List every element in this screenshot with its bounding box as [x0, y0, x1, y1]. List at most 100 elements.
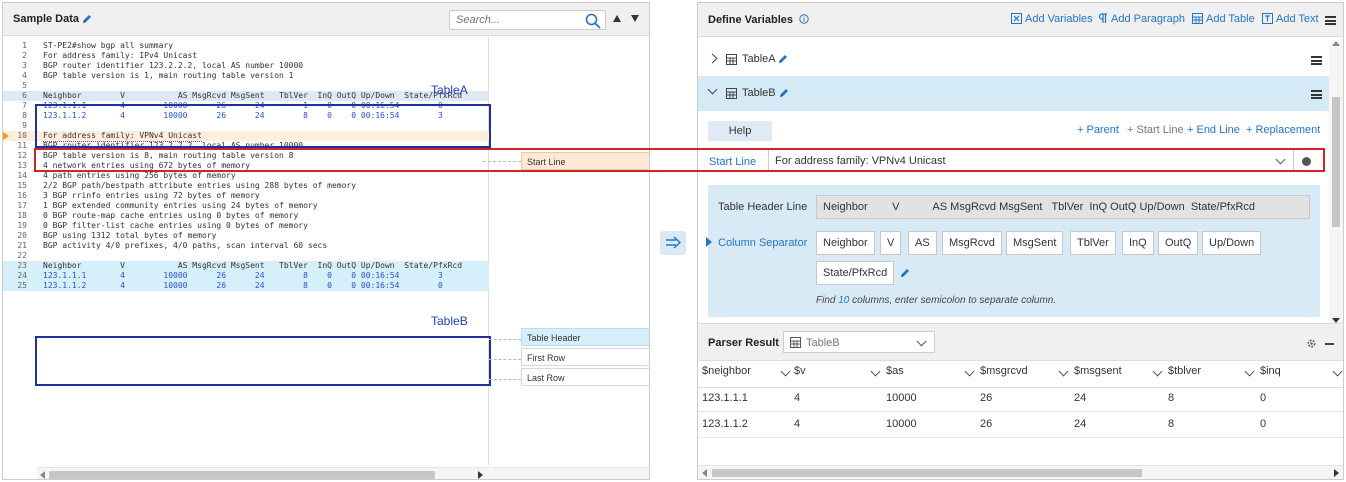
- define-variables-panel: Define Variables Add Variables Add Parag…: [697, 2, 1344, 480]
- result-cell: 26: [980, 418, 993, 430]
- row-menu-icon[interactable]: [1311, 56, 1322, 65]
- scrollbar-thumb[interactable]: [1332, 97, 1340, 227]
- pencil-icon[interactable]: [779, 88, 789, 98]
- scroll-right-icon[interactable]: [1334, 469, 1339, 477]
- search-input[interactable]: [450, 11, 570, 29]
- scroll-right-icon[interactable]: [478, 471, 483, 479]
- add-text-button[interactable]: Add Text: [1262, 13, 1319, 25]
- result-column-header[interactable]: $msgsent: [1074, 365, 1163, 387]
- scroll-up-icon[interactable]: [1332, 41, 1340, 46]
- pencil-icon[interactable]: [82, 14, 92, 24]
- horizontal-scrollbar[interactable]: [698, 465, 1343, 479]
- code-line: 16 3 BGP rrinfo entries using 72 bytes of…: [17, 191, 260, 200]
- chevron-down-icon[interactable]: [1152, 366, 1163, 377]
- result-column-header[interactable]: $v: [794, 365, 881, 387]
- table-icon: [726, 88, 737, 99]
- result-cell: 0: [1260, 392, 1267, 404]
- result-cell: 4: [794, 392, 801, 404]
- column-chip[interactable]: Neighbor: [816, 231, 875, 255]
- pencil-icon[interactable]: [900, 268, 910, 278]
- scroll-left-icon[interactable]: [40, 471, 45, 479]
- search-icon[interactable]: [585, 13, 601, 29]
- column-chip[interactable]: TblVer: [1070, 231, 1116, 255]
- parser-table-select[interactable]: TableB: [783, 331, 935, 353]
- code-line: 22: [17, 251, 27, 260]
- transfer-arrow-button[interactable]: [660, 231, 686, 255]
- start-line-select[interactable]: For address family: VPNv4 Unicast: [768, 149, 1294, 171]
- table-item-tablea[interactable]: TableA: [698, 43, 1329, 77]
- info-icon[interactable]: [799, 14, 809, 24]
- chevron-down-icon[interactable]: [1058, 366, 1069, 377]
- code-line: 13 4 network entries using 672 bytes of m…: [17, 161, 251, 170]
- chevron-down-icon[interactable]: [1332, 366, 1343, 377]
- column-chip[interactable]: Up/Down: [1202, 231, 1262, 255]
- search-prev-icon[interactable]: [613, 15, 621, 22]
- scrollbar-thumb[interactable]: [712, 469, 1142, 477]
- column-chip[interactable]: OutQ: [1158, 231, 1199, 255]
- column-chip[interactable]: V: [880, 231, 902, 255]
- add-parent-link[interactable]: + Parent: [1077, 124, 1119, 136]
- chevron-down-icon[interactable]: [964, 366, 975, 377]
- add-start-line-link[interactable]: + Start Line: [1127, 124, 1184, 136]
- chevron-down-icon[interactable]: [1244, 366, 1255, 377]
- add-end-line-link[interactable]: + End Line: [1187, 124, 1240, 136]
- table-item-tableb[interactable]: TableB: [698, 77, 1329, 111]
- pencil-icon[interactable]: [778, 54, 788, 64]
- caret-right-icon: [706, 237, 712, 247]
- row-menu-icon[interactable]: [1311, 90, 1322, 99]
- menu-icon[interactable]: [1325, 16, 1336, 25]
- result-column-header[interactable]: $msgrcvd: [980, 365, 1069, 387]
- table-icon: [1192, 13, 1203, 24]
- chevron-down-icon[interactable]: [870, 366, 881, 377]
- add-table-button[interactable]: Add Table: [1192, 13, 1255, 25]
- start-line-tag[interactable]: Start Line: [521, 152, 649, 170]
- scroll-left-icon[interactable]: [702, 469, 707, 477]
- search-next-icon[interactable]: [631, 15, 639, 22]
- parser-result-header: Parser Result TableB: [698, 323, 1343, 361]
- result-column-header[interactable]: $as: [886, 365, 975, 387]
- column-chip[interactable]: AS: [908, 231, 937, 255]
- connector-line: [489, 379, 521, 380]
- code-line: 12 BGP table version is 8, main routing t…: [17, 151, 294, 160]
- code-line: 17 1 BGP extended community entries using…: [17, 201, 318, 210]
- chevron-down-icon[interactable]: [1275, 154, 1286, 165]
- result-column-header[interactable]: $tblver: [1168, 365, 1255, 387]
- last-row-tag[interactable]: Last Row: [521, 368, 649, 386]
- result-cell: 26: [980, 392, 993, 404]
- table-header-line-label: Table Header Line: [718, 201, 808, 213]
- add-variables-button[interactable]: Add Variables: [1011, 13, 1093, 25]
- sample-data-header: Sample Data: [3, 3, 649, 36]
- result-column-header[interactable]: $neighbor: [702, 365, 791, 387]
- column-chip[interactable]: MsgRcvd: [942, 231, 1002, 255]
- add-paragraph-button[interactable]: Add Paragraph: [1098, 13, 1185, 25]
- define-variables-title: Define Variables: [708, 14, 809, 26]
- add-replacement-link[interactable]: + Replacement: [1246, 124, 1320, 136]
- result-cell: 24: [1074, 392, 1087, 404]
- scrollbar-thumb[interactable]: [49, 471, 435, 479]
- table-a-label: TableA: [431, 83, 468, 97]
- chevron-down-icon[interactable]: [707, 84, 718, 95]
- remove-start-line-icon[interactable]: [1302, 157, 1311, 166]
- table-definition-box: Table Header Line Neighbor V AS MsgRcvd …: [706, 185, 1320, 317]
- code-line: 14 4 path entries using 256 bytes of memo…: [17, 171, 236, 180]
- table-icon: [790, 337, 801, 348]
- row-divider: [698, 411, 1343, 412]
- vertical-scrollbar[interactable]: [1329, 41, 1343, 323]
- column-chip[interactable]: State/PfxRcd: [816, 261, 895, 285]
- chevron-down-icon[interactable]: [916, 336, 927, 347]
- minimize-icon[interactable]: [1325, 343, 1334, 345]
- gear-icon[interactable]: [1306, 338, 1317, 349]
- column-chip[interactable]: InQ: [1122, 231, 1154, 255]
- first-row-tag[interactable]: First Row: [521, 348, 649, 366]
- result-cell: 10000: [886, 418, 917, 430]
- help-button[interactable]: Help: [708, 121, 772, 141]
- text-icon: [1262, 13, 1273, 24]
- horizontal-scrollbar[interactable]: [37, 467, 649, 479]
- chevron-right-icon[interactable]: [707, 53, 718, 64]
- code-line: 6 Neighbor V AS MsgRcvd MsgSent TblVer In…: [3, 91, 489, 101]
- table-header-tag[interactable]: Table Header: [521, 328, 649, 346]
- column-chip[interactable]: MsgSent: [1006, 231, 1064, 255]
- header-divider: [698, 387, 1343, 388]
- result-column-header[interactable]: $inq: [1260, 365, 1343, 387]
- chevron-down-icon[interactable]: [780, 366, 791, 377]
